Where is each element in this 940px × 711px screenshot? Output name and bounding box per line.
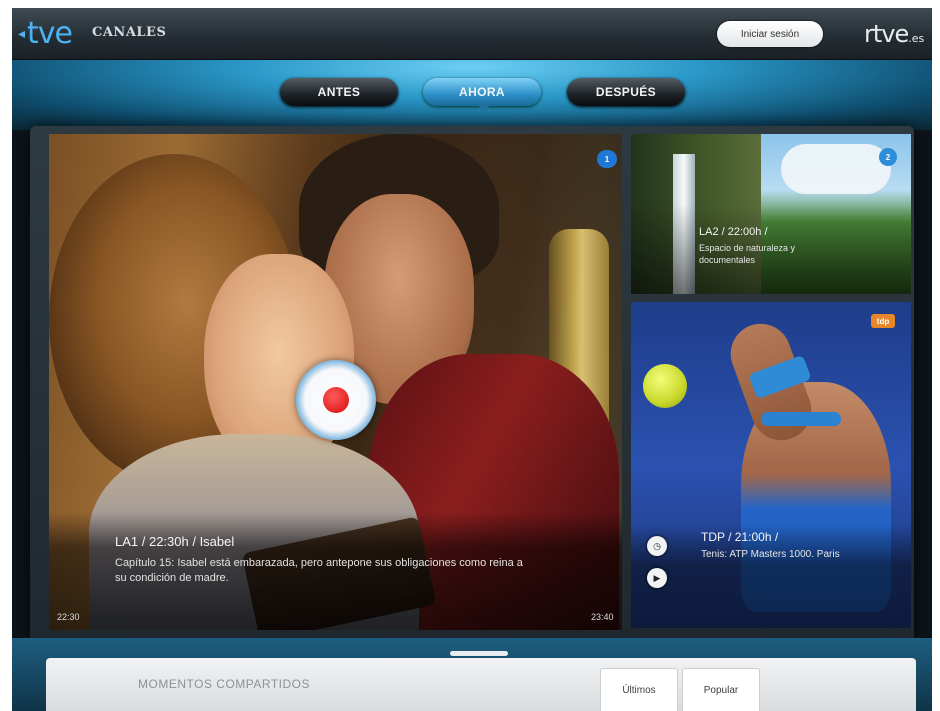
main-program-tile[interactable]: 1 LA1 / 22:30h / Isabel Capítulo 15: Isa…	[49, 134, 622, 630]
section-title: CANALES	[92, 25, 167, 40]
clock-icon[interactable]: ◷	[647, 536, 667, 556]
record-icon	[323, 387, 349, 413]
channel-badge: 1	[597, 150, 617, 168]
programs-grid: 1 LA1 / 22:30h / Isabel Capítulo 15: Isa…	[30, 126, 914, 646]
schedule-tabs: ANTES AHORA DESPUÉS	[12, 78, 932, 112]
panel-drag-handle[interactable]	[450, 651, 508, 656]
program-description: Tenis: ATP Masters 1000. Paris	[701, 549, 840, 560]
tdp-program-tile[interactable]: tdp ◷ ▶ TDP / 21:00h / Tenis: ATP Master…	[631, 302, 911, 628]
program-title: LA1 / 22:30h / Isabel	[115, 534, 235, 549]
program-title: LA2 / 22:00h /	[699, 226, 768, 238]
rtve-logo[interactable]: rtve.es	[864, 20, 924, 48]
tennis-ball	[643, 364, 687, 408]
la2-program-tile[interactable]: 2 LA2 / 22:00h / Espacio de naturaleza y…	[631, 134, 911, 294]
channel-badge: tdp	[871, 314, 895, 328]
play-icon[interactable]: ▶	[647, 568, 667, 588]
program-description: Espacio de naturaleza y documentales	[699, 243, 796, 265]
tab-antes[interactable]: ANTES	[280, 78, 398, 106]
program-title: TDP / 21:00h /	[701, 530, 779, 544]
record-button[interactable]	[296, 360, 376, 440]
end-time: 23:40	[591, 612, 614, 622]
active-tab-pointer-icon	[478, 105, 490, 112]
program-description: Capítulo 15: Isabel está embarazada, per…	[115, 557, 523, 584]
tab-popular[interactable]: Popular	[682, 668, 760, 711]
channel-badge: 2	[879, 148, 897, 166]
moments-panel: MOMENTOS COMPARTIDOS Últimos Popular	[46, 658, 916, 711]
brand-suffix: .es	[908, 32, 925, 45]
app-frame: ◂ tve CANALES Iniciar sesión rtve.es ANT…	[12, 8, 932, 711]
top-bar: ◂ tve CANALES Iniciar sesión rtve.es	[12, 8, 932, 60]
brand-text: rtve	[864, 20, 909, 48]
tab-ahora[interactable]: AHORA	[423, 78, 541, 106]
back-arrow-icon[interactable]: ◂	[18, 25, 25, 42]
tve-logo[interactable]: ◂ tve	[18, 15, 73, 51]
start-time: 22:30	[57, 612, 80, 622]
logo-text: tve	[27, 15, 73, 51]
tab-despues[interactable]: DESPUÉS	[567, 78, 685, 106]
login-button[interactable]: Iniciar sesión	[717, 21, 823, 47]
tab-ultimos[interactable]: Últimos	[600, 668, 678, 711]
panel-title: MOMENTOS COMPARTIDOS	[138, 677, 311, 691]
